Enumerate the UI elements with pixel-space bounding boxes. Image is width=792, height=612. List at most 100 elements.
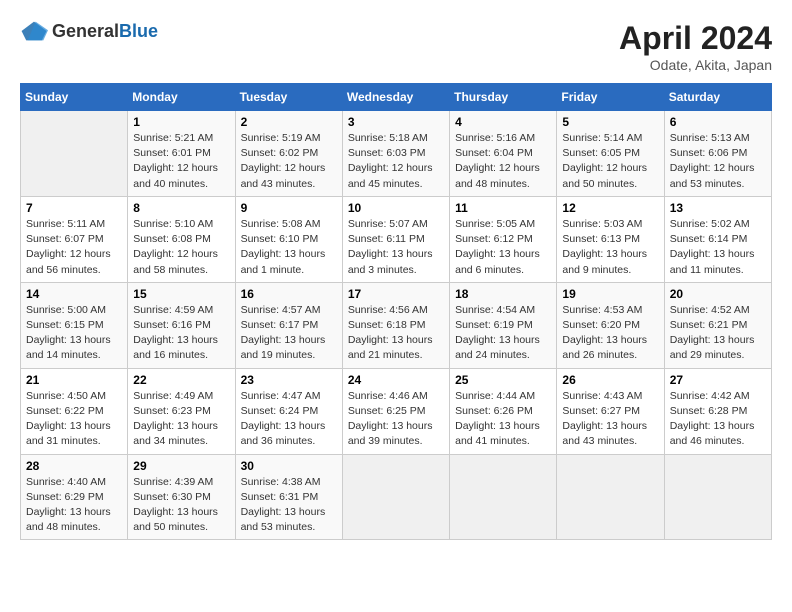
calendar-cell: 12Sunrise: 5:03 AMSunset: 6:13 PMDayligh… (557, 196, 664, 282)
calendar-cell: 20 Sunrise: 4:52 AMSunset: 6:21 PMDayligh… (664, 282, 771, 368)
logo-icon (20, 20, 48, 42)
day-number: 5 (562, 115, 658, 129)
day-number: 21 (26, 373, 122, 387)
calendar-cell: 22 Sunrise: 4:49 AMSunset: 6:23 PMDayligh… (128, 368, 235, 454)
calendar-cell: 11 Sunrise: 5:05 AMSunset: 6:12 PMDayligh… (450, 196, 557, 282)
calendar-cell: 15 Sunrise: 4:59 AMSunset: 6:16 PMDayligh… (128, 282, 235, 368)
week-row-1: 1Sunrise: 5:21 AMSunset: 6:01 PMDaylight… (21, 111, 772, 197)
calendar-cell: 7Sunrise: 5:11 AMSunset: 6:07 PMDaylight… (21, 196, 128, 282)
day-info: Sunrise: 5:05 AMSunset: 6:12 PMDaylight:… (455, 217, 551, 278)
page-subtitle: Odate, Akita, Japan (619, 57, 772, 73)
day-info: Sunrise: 4:50 AMSunset: 6:22 PMDaylight:… (26, 389, 122, 450)
day-number: 9 (241, 201, 337, 215)
day-number: 6 (670, 115, 766, 129)
day-info: Sunrise: 4:53 AMSunset: 6:20 PMDaylight:… (562, 303, 658, 364)
day-info: Sunrise: 5:16 AMSunset: 6:04 PMDaylight:… (455, 131, 551, 192)
day-number: 2 (241, 115, 337, 129)
day-info: Sunrise: 5:08 AMSunset: 6:10 PMDaylight:… (241, 217, 337, 278)
day-number: 28 (26, 459, 122, 473)
day-number: 12 (562, 201, 658, 215)
header-row: SundayMondayTuesdayWednesdayThursdayFrid… (21, 84, 772, 111)
calendar-cell (21, 111, 128, 197)
day-number: 3 (348, 115, 444, 129)
day-number: 4 (455, 115, 551, 129)
header-sunday: Sunday (21, 84, 128, 111)
day-number: 29 (133, 459, 229, 473)
calendar-cell: 25 Sunrise: 4:44 AMSunset: 6:26 PMDayligh… (450, 368, 557, 454)
day-number: 11 (455, 201, 551, 215)
day-info: Sunrise: 5:02 AMSunset: 6:14 PMDaylight:… (670, 217, 766, 278)
calendar-cell: 23Sunrise: 4:47 AMSunset: 6:24 PMDayligh… (235, 368, 342, 454)
day-info: Sunrise: 4:59 AMSunset: 6:16 PMDaylight:… (133, 303, 229, 364)
calendar-cell: 8 Sunrise: 5:10 AMSunset: 6:08 PMDaylight… (128, 196, 235, 282)
day-number: 25 (455, 373, 551, 387)
day-info: Sunrise: 5:11 AMSunset: 6:07 PMDaylight:… (26, 217, 122, 278)
day-info: Sunrise: 4:49 AMSunset: 6:23 PMDaylight:… (133, 389, 229, 450)
week-row-2: 7Sunrise: 5:11 AMSunset: 6:07 PMDaylight… (21, 196, 772, 282)
logo-blue-text: Blue (119, 21, 158, 41)
header-saturday: Saturday (664, 84, 771, 111)
calendar-cell: 10Sunrise: 5:07 AMSunset: 6:11 PMDayligh… (342, 196, 449, 282)
day-number: 8 (133, 201, 229, 215)
header-tuesday: Tuesday (235, 84, 342, 111)
day-info: Sunrise: 5:18 AMSunset: 6:03 PMDaylight:… (348, 131, 444, 192)
day-info: Sunrise: 5:00 AMSunset: 6:15 PMDaylight:… (26, 303, 122, 364)
title-block: April 2024 Odate, Akita, Japan (619, 20, 772, 73)
day-info: Sunrise: 4:46 AMSunset: 6:25 PMDaylight:… (348, 389, 444, 450)
calendar-cell: 27Sunrise: 4:42 AMSunset: 6:28 PMDayligh… (664, 368, 771, 454)
calendar-cell: 16Sunrise: 4:57 AMSunset: 6:17 PMDayligh… (235, 282, 342, 368)
day-info: Sunrise: 5:07 AMSunset: 6:11 PMDaylight:… (348, 217, 444, 278)
logo-text: General (52, 21, 119, 41)
day-info: Sunrise: 4:40 AMSunset: 6:29 PMDaylight:… (26, 475, 122, 536)
calendar-cell: 2 Sunrise: 5:19 AMSunset: 6:02 PMDaylight… (235, 111, 342, 197)
calendar-cell (557, 454, 664, 540)
day-info: Sunrise: 4:56 AMSunset: 6:18 PMDaylight:… (348, 303, 444, 364)
calendar-table: SundayMondayTuesdayWednesdayThursdayFrid… (20, 83, 772, 540)
day-number: 14 (26, 287, 122, 301)
calendar-cell: 21 Sunrise: 4:50 AMSunset: 6:22 PMDayligh… (21, 368, 128, 454)
calendar-cell: 30 Sunrise: 4:38 AMSunset: 6:31 PMDayligh… (235, 454, 342, 540)
header-monday: Monday (128, 84, 235, 111)
day-info: Sunrise: 4:44 AMSunset: 6:26 PMDaylight:… (455, 389, 551, 450)
day-info: Sunrise: 4:38 AMSunset: 6:31 PMDaylight:… (241, 475, 337, 536)
logo: GeneralBlue (20, 20, 158, 42)
header-friday: Friday (557, 84, 664, 111)
calendar-cell (664, 454, 771, 540)
calendar-cell: 17 Sunrise: 4:56 AMSunset: 6:18 PMDayligh… (342, 282, 449, 368)
header-thursday: Thursday (450, 84, 557, 111)
calendar-cell: 5 Sunrise: 5:14 AMSunset: 6:05 PMDaylight… (557, 111, 664, 197)
day-number: 19 (562, 287, 658, 301)
day-info: Sunrise: 5:13 AMSunset: 6:06 PMDaylight:… (670, 131, 766, 192)
day-info: Sunrise: 5:19 AMSunset: 6:02 PMDaylight:… (241, 131, 337, 192)
week-row-4: 21 Sunrise: 4:50 AMSunset: 6:22 PMDayligh… (21, 368, 772, 454)
calendar-cell: 1Sunrise: 5:21 AMSunset: 6:01 PMDaylight… (128, 111, 235, 197)
page-title: April 2024 (619, 20, 772, 57)
day-number: 15 (133, 287, 229, 301)
day-info: Sunrise: 5:10 AMSunset: 6:08 PMDaylight:… (133, 217, 229, 278)
day-info: Sunrise: 4:39 AMSunset: 6:30 PMDaylight:… (133, 475, 229, 536)
calendar-cell: 29 Sunrise: 4:39 AMSunset: 6:30 PMDayligh… (128, 454, 235, 540)
day-info: Sunrise: 4:54 AMSunset: 6:19 PMDaylight:… (455, 303, 551, 364)
day-number: 22 (133, 373, 229, 387)
day-number: 30 (241, 459, 337, 473)
day-number: 17 (348, 287, 444, 301)
calendar-cell: 3 Sunrise: 5:18 AMSunset: 6:03 PMDaylight… (342, 111, 449, 197)
calendar-cell: 13Sunrise: 5:02 AMSunset: 6:14 PMDayligh… (664, 196, 771, 282)
calendar-cell: 6 Sunrise: 5:13 AMSunset: 6:06 PMDaylight… (664, 111, 771, 197)
calendar-cell: 26Sunrise: 4:43 AMSunset: 6:27 PMDayligh… (557, 368, 664, 454)
day-number: 18 (455, 287, 551, 301)
day-number: 1 (133, 115, 229, 129)
header-wednesday: Wednesday (342, 84, 449, 111)
day-number: 24 (348, 373, 444, 387)
day-number: 23 (241, 373, 337, 387)
day-info: Sunrise: 5:14 AMSunset: 6:05 PMDaylight:… (562, 131, 658, 192)
day-number: 20 (670, 287, 766, 301)
calendar-cell: 4 Sunrise: 5:16 AMSunset: 6:04 PMDaylight… (450, 111, 557, 197)
calendar-cell (342, 454, 449, 540)
day-info: Sunrise: 4:52 AMSunset: 6:21 PMDaylight:… (670, 303, 766, 364)
day-number: 26 (562, 373, 658, 387)
day-info: Sunrise: 4:42 AMSunset: 6:28 PMDaylight:… (670, 389, 766, 450)
week-row-5: 28 Sunrise: 4:40 AMSunset: 6:29 PMDayligh… (21, 454, 772, 540)
calendar-cell: 18 Sunrise: 4:54 AMSunset: 6:19 PMDayligh… (450, 282, 557, 368)
calendar-cell: 28 Sunrise: 4:40 AMSunset: 6:29 PMDayligh… (21, 454, 128, 540)
